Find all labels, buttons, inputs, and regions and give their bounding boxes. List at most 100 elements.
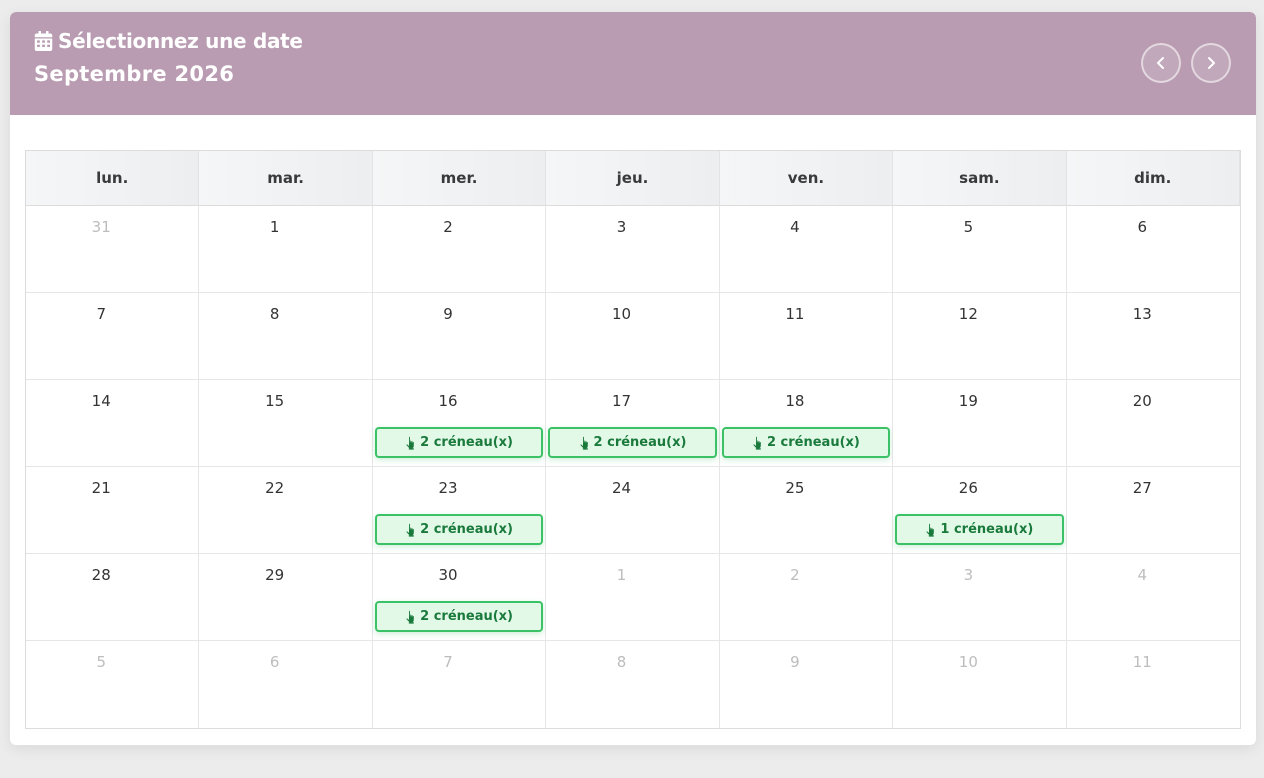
day-cell[interactable]: 20 bbox=[1066, 380, 1240, 467]
day-number: 1 bbox=[616, 566, 627, 584]
date-picker-card: Sélectionnez une date Septembre 2026 lun… bbox=[10, 12, 1256, 745]
day-cell[interactable]: 27 bbox=[1066, 467, 1240, 554]
day-number: 9 bbox=[790, 653, 800, 671]
day-cell[interactable]: 12 bbox=[893, 293, 1067, 380]
pointer-hand-icon bbox=[579, 436, 591, 450]
available-slots-button[interactable]: 2 créneau(x) bbox=[374, 601, 544, 632]
day-number: 19 bbox=[958, 392, 978, 410]
day-number: 6 bbox=[269, 653, 280, 671]
day-number: 2 bbox=[790, 566, 800, 584]
day-number: 22 bbox=[265, 479, 285, 497]
day-number: 10 bbox=[611, 305, 632, 323]
available-slots-button[interactable]: 2 créneau(x) bbox=[374, 514, 544, 545]
slot-count-label: 2 créneau(x) bbox=[593, 435, 687, 450]
pointer-hand-icon bbox=[405, 436, 417, 450]
day-cell[interactable]: 15 bbox=[199, 380, 373, 467]
day-number: 4 bbox=[1137, 566, 1148, 584]
weekday-header: jeu. bbox=[546, 151, 720, 206]
day-cell[interactable]: 19 bbox=[893, 380, 1067, 467]
chevron-right-icon bbox=[1204, 56, 1218, 70]
day-number: 13 bbox=[1132, 305, 1152, 323]
day-cell[interactable]: 4 bbox=[719, 206, 894, 293]
day-number: 25 bbox=[785, 479, 805, 497]
slot-count-label: 2 créneau(x) bbox=[766, 435, 860, 450]
day-cell-other-month: 31 bbox=[26, 206, 200, 293]
day-cell[interactable]: 18 2 créneau(x) bbox=[719, 380, 894, 467]
day-cell[interactable]: 25 bbox=[719, 467, 894, 554]
day-cell[interactable]: 21 bbox=[26, 467, 200, 554]
next-month-button[interactable] bbox=[1191, 43, 1231, 83]
day-cell[interactable]: 29 bbox=[199, 554, 373, 641]
day-number: 10 bbox=[958, 653, 978, 671]
day-cell[interactable]: 23 2 créneau(x) bbox=[372, 467, 547, 554]
day-number: 11 bbox=[1132, 653, 1152, 671]
day-number: 8 bbox=[616, 653, 627, 671]
day-cell[interactable]: 24 bbox=[546, 467, 720, 554]
pointer-hand-icon bbox=[405, 523, 417, 537]
day-number: 30 bbox=[438, 566, 458, 584]
day-cell-other-month: 2 bbox=[719, 554, 894, 641]
day-cell-other-month: 4 bbox=[1066, 554, 1240, 641]
header-title: Sélectionnez une date bbox=[58, 29, 303, 53]
day-cell[interactable]: 6 bbox=[1066, 206, 1240, 293]
day-cell[interactable]: 17 2 créneau(x) bbox=[546, 380, 720, 467]
day-number: 2 bbox=[443, 218, 453, 236]
available-slots-button[interactable]: 2 créneau(x) bbox=[548, 427, 717, 458]
day-number: 23 bbox=[438, 479, 458, 497]
header-title-row: Sélectionnez une date bbox=[34, 29, 303, 53]
day-cell-other-month: 10 bbox=[893, 641, 1067, 728]
available-slots-button[interactable]: 1 créneau(x) bbox=[895, 514, 1064, 545]
day-cell-other-month: 5 bbox=[26, 641, 200, 728]
day-cell[interactable]: 3 bbox=[546, 206, 720, 293]
day-number: 14 bbox=[91, 392, 111, 410]
pointer-hand-icon bbox=[925, 523, 937, 537]
day-number: 26 bbox=[958, 479, 978, 497]
day-number: 27 bbox=[1132, 479, 1152, 497]
slot-count-label: 1 créneau(x) bbox=[940, 522, 1034, 537]
day-cell[interactable]: 22 bbox=[199, 467, 373, 554]
day-cell[interactable]: 26 1 créneau(x) bbox=[893, 467, 1067, 554]
previous-month-button[interactable] bbox=[1141, 43, 1181, 83]
weekday-header: mar. bbox=[199, 151, 373, 206]
day-cell[interactable]: 14 bbox=[26, 380, 200, 467]
day-cell[interactable]: 11 bbox=[719, 293, 894, 380]
day-cell[interactable]: 7 bbox=[26, 293, 200, 380]
weekday-header: lun. bbox=[26, 151, 200, 206]
pointer-hand-icon bbox=[752, 436, 764, 450]
day-number: 11 bbox=[785, 305, 805, 323]
weekday-header: ven. bbox=[719, 151, 894, 206]
day-cell-other-month: 3 bbox=[893, 554, 1067, 641]
day-cell[interactable]: 1 bbox=[199, 206, 373, 293]
day-cell[interactable]: 28 bbox=[26, 554, 200, 641]
slot-count-label: 2 créneau(x) bbox=[420, 522, 513, 537]
day-number: 5 bbox=[963, 218, 974, 236]
day-cell-other-month: 11 bbox=[1066, 641, 1240, 728]
day-number: 3 bbox=[963, 566, 974, 584]
available-slots-button[interactable]: 2 créneau(x) bbox=[374, 427, 544, 458]
day-number: 16 bbox=[438, 392, 458, 410]
day-cell-other-month: 7 bbox=[372, 641, 547, 728]
day-cell[interactable]: 9 bbox=[372, 293, 547, 380]
day-number: 29 bbox=[265, 566, 285, 584]
day-cell[interactable]: 2 bbox=[372, 206, 547, 293]
day-number: 9 bbox=[443, 305, 453, 323]
day-cell[interactable]: 8 bbox=[199, 293, 373, 380]
day-number: 28 bbox=[91, 566, 111, 584]
day-cell[interactable]: 30 2 créneau(x) bbox=[372, 554, 547, 641]
available-slots-button[interactable]: 2 créneau(x) bbox=[721, 427, 891, 458]
day-number: 6 bbox=[1137, 218, 1148, 236]
day-number: 7 bbox=[443, 653, 453, 671]
day-cell[interactable]: 16 2 créneau(x) bbox=[372, 380, 547, 467]
day-cell-other-month: 1 bbox=[546, 554, 720, 641]
day-cell[interactable]: 10 bbox=[546, 293, 720, 380]
day-number: 8 bbox=[269, 305, 280, 323]
slot-count-label: 2 créneau(x) bbox=[420, 609, 513, 624]
day-number: 7 bbox=[96, 305, 106, 323]
day-number: 3 bbox=[616, 218, 627, 236]
day-cell[interactable]: 13 bbox=[1066, 293, 1240, 380]
day-cell[interactable]: 5 bbox=[893, 206, 1067, 293]
weekday-header: dim. bbox=[1066, 151, 1240, 206]
current-month-label: Septembre 2026 bbox=[34, 62, 235, 86]
calendar-grid: lun. mar. mer. jeu. ven. sam. dim. 31 1 2 3… bbox=[25, 150, 1241, 729]
calendar-header: Sélectionnez une date Septembre 2026 bbox=[10, 12, 1256, 115]
